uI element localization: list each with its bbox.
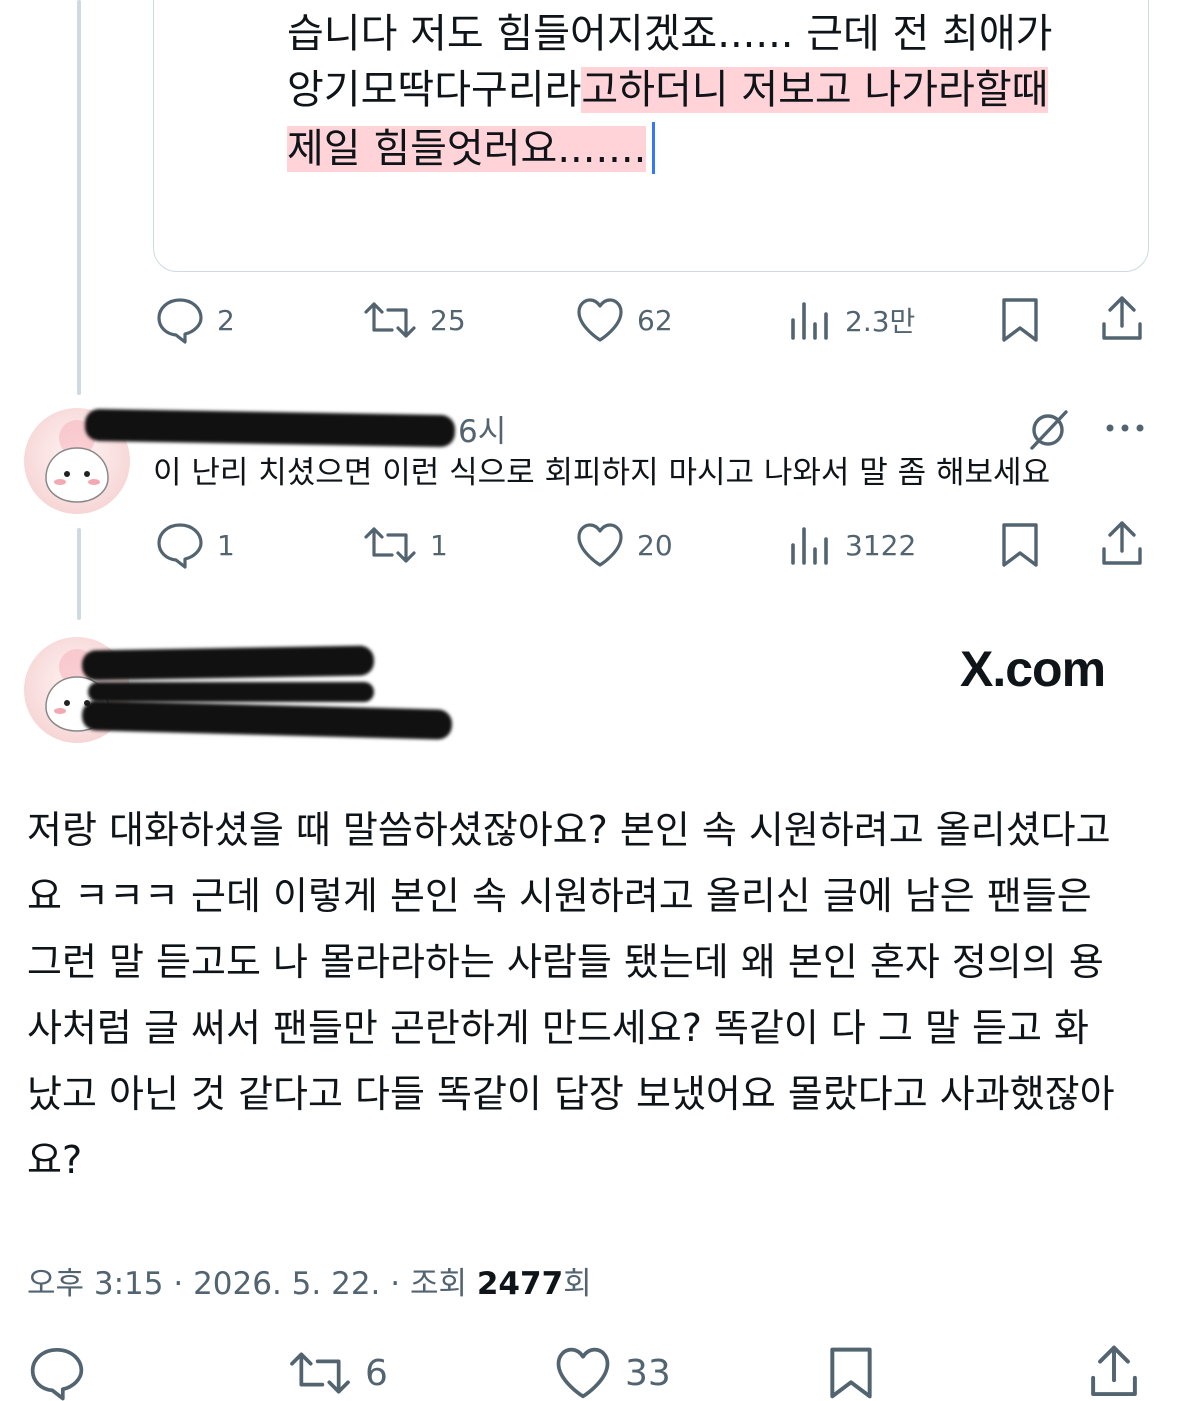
like-button[interactable]: 33: [553, 1345, 671, 1401]
thread-line-middle: [77, 528, 81, 620]
tweet-meta: 오후 3:15 · 2026. 5. 22. · 조회 2477회: [27, 1258, 592, 1303]
text-cursor: [652, 122, 656, 174]
reply-button[interactable]: 1: [155, 521, 235, 569]
more-icon: [1106, 424, 1144, 432]
bookmark-icon: [830, 1347, 872, 1399]
retweet-button[interactable]: 25: [362, 296, 466, 344]
retweet-icon: [364, 302, 416, 338]
reply-icon: [157, 298, 203, 344]
share-button[interactable]: [1098, 519, 1146, 569]
share-button[interactable]: [1098, 294, 1146, 344]
views-icon: [791, 302, 828, 340]
redacted-username: [84, 408, 456, 448]
bookmark-button[interactable]: [825, 1345, 877, 1401]
retweet-icon: [364, 527, 416, 563]
bookmark-button[interactable]: [998, 296, 1042, 344]
bookmark-button[interactable]: [998, 521, 1042, 569]
tweet-text-line: 요 ㅋㅋㅋ 근데 이렇게 본인 속 시원하려고 올리신 글에 남은 팬들은: [27, 874, 1092, 918]
tweet-text-line: 저랑 대화하셨을 때 말씀하셨잖아요? 본인 속 시원하려고 올리셨다고: [27, 808, 1111, 852]
bookmark-icon: [1002, 523, 1038, 567]
views-button[interactable]: 3122: [787, 521, 916, 569]
grok-icon: [1030, 410, 1068, 450]
tweet-text-line: 사처럼 글 써서 팬들만 곤란하게 만드세요? 똑같이 다 그 말 듣고 화: [27, 1006, 1090, 1050]
reply-button[interactable]: 2: [155, 296, 235, 344]
redacted-handle-1: [88, 682, 374, 702]
highlighted-text: 고하더니 저보고 나가라할때: [581, 67, 1049, 113]
like-icon: [556, 1347, 610, 1399]
reply-icon: [30, 1347, 84, 1401]
view-count: 2477: [476, 1266, 564, 1302]
retweet-icon: [290, 1352, 350, 1394]
share-button[interactable]: [1086, 1343, 1142, 1401]
view-count-suffix: 회: [563, 1266, 592, 1302]
tweet-timestamp[interactable]: 오후 3:15 · 2026. 5. 22. · 조회: [27, 1266, 477, 1302]
quoted-text-line-2: 앙기모딱다구리라고하더니 저보고 나가라할때: [287, 67, 1049, 113]
tweet-text: 이 난리 치셨으면 이런 식으로 회피하지 마시고 나와서 말 좀 해보세요: [153, 455, 1051, 491]
like-button[interactable]: 20: [575, 521, 673, 569]
share-icon: [1102, 296, 1142, 340]
share-icon: [1102, 521, 1142, 565]
source-label: X.com: [960, 641, 1106, 697]
like-button[interactable]: 62: [575, 296, 673, 344]
redacted-handle-2: [81, 700, 453, 740]
reply-button[interactable]: [28, 1345, 86, 1401]
views-icon: [791, 527, 828, 565]
retweet-button[interactable]: 1: [362, 521, 448, 569]
grok-button[interactable]: [1026, 406, 1072, 452]
views-button[interactable]: 2.3만: [787, 296, 915, 344]
redacted-display-name: [81, 645, 375, 681]
retweet-button[interactable]: 6: [287, 1345, 388, 1401]
bookmark-icon: [1002, 298, 1038, 342]
thread-line-top: [77, 0, 81, 395]
more-button[interactable]: [1104, 418, 1146, 438]
quoted-text-line-3: 제일 힘들엇러요.......: [287, 122, 656, 174]
like-icon: [577, 298, 623, 342]
tweet-text-line: 그런 말 듣고도 나 몰라라하는 사람들 됐는데 왜 본인 혼자 정의의 용: [27, 940, 1104, 984]
tweet-text-line: 요?: [27, 1138, 83, 1182]
tweet-text-line: 났고 아닌 것 같다고 다들 똑같이 답장 보냈어요 몰랐다고 사과했잖아: [27, 1072, 1115, 1116]
quoted-text-line-1: 습니다 저도 힘들어지겠죠...... 근데 전 최애가: [287, 11, 1053, 57]
like-icon: [577, 523, 623, 567]
tweet-time: 6시: [458, 414, 507, 450]
highlighted-text: 제일 힘들엇러요.......: [287, 126, 647, 172]
reply-icon: [157, 523, 203, 569]
share-icon: [1091, 1345, 1137, 1397]
